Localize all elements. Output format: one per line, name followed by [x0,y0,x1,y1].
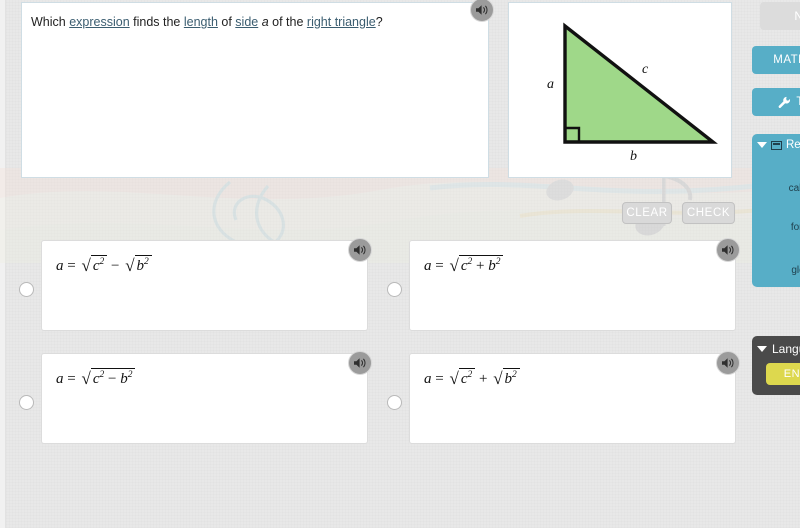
stem-prefix: Which [31,15,70,29]
language-panel: Language ENGLISH [752,336,800,395]
answer-choice-a-expression: a = √ c2 − √ b2 [56,255,152,276]
radio-choice-b[interactable] [387,282,402,297]
language-header-label: Language [772,342,800,356]
choice-d-lhs: a [424,371,432,387]
math-help-button[interactable]: MATH HELP [752,46,800,74]
vocab-link-length[interactable]: length [184,15,218,29]
answer-choice-d[interactable]: a = √ c2 + √ b2 [409,353,736,444]
choice-a-operator: − [110,258,120,274]
choice-a-term1-exp: 2 [99,257,105,267]
triangle-label-b: b [630,149,637,164]
choice-c-lhs: a [56,371,64,387]
check-button[interactable]: CHECK [682,202,735,224]
choice-b-lhs: a [424,258,432,274]
wrench-icon [778,96,791,108]
choice-c-term1-exp: 2 [99,370,105,380]
math-help-label: MATH HELP [773,54,800,66]
clear-button[interactable]: CLEAR [622,202,672,224]
question-stem-panel: Which expression finds the length of sid… [21,2,489,178]
choice-c-equals: = [67,371,76,387]
choice-d-operator: + [478,371,488,387]
radio-choice-a[interactable] [19,282,34,297]
choice-a-lhs: a [56,258,64,274]
reference-item-formulas[interactable]: (x) formulas [752,198,800,237]
stem-suffix: ? [375,15,383,29]
vocab-link-expression[interactable]: expression [69,15,129,29]
reference-item-formulas-label: formulas [790,222,800,233]
speaker-icon-choice-a[interactable] [348,238,372,262]
choice-d-term2-exp: 2 [512,370,517,380]
speaker-icon-choice-c[interactable] [348,351,372,375]
speaker-icon-stem[interactable] [470,0,494,22]
answer-choice-d-expression: a = √ c2 + √ b2 [424,368,520,389]
speaker-icon [354,245,366,255]
stem-mid-2: of [217,15,236,29]
radio-choice-c[interactable] [19,395,34,410]
right-sidebar: NEXT MATH HELP TOOLS Reference [752,0,800,528]
language-panel-header[interactable]: Language [752,336,800,361]
choice-a-term2: b [136,258,145,274]
speaker-icon [722,358,734,368]
reference-book-icon [771,140,782,150]
speaker-icon [354,358,366,368]
speaker-icon-choice-b[interactable] [716,238,740,262]
choice-a-equals: = [67,258,76,274]
vocab-link-right-triangle[interactable]: right triangle [307,15,376,29]
answer-choice-a[interactable]: a = √ c2 − √ b2 [41,240,368,331]
answer-choice-c[interactable]: a = √ c2 − b2 [41,353,368,444]
triangle-label-c: c [642,62,649,77]
reference-item-glossary-label: glossary [791,265,800,276]
question-stem-text: Which expression finds the length of sid… [31,14,478,31]
tools-label: TOOLS [796,96,800,108]
caret-down-icon-reference [757,142,767,148]
answer-choice-b-expression: a = √ c2 + b2 [424,255,504,276]
choice-c-operator: − [107,371,117,387]
triangle-label-a: a [547,77,554,92]
right-triangle-diagram: a b c [547,22,718,164]
stem-mid-4: of the [268,15,307,29]
language-english-button[interactable]: ENGLISH [766,363,800,385]
speaker-icon [722,245,734,255]
choice-b-term2-exp: 2 [495,257,501,267]
reference-item-calculator[interactable]: calculator [752,155,800,198]
reference-panel: Reference calculator (x) [752,134,800,287]
vocab-link-side[interactable]: side [235,15,258,29]
reference-header-label: Reference [786,139,800,151]
answer-choice-c-expression: a = √ c2 − b2 [56,368,136,389]
radio-choice-d[interactable] [387,395,402,410]
caret-down-icon-language [757,346,767,352]
choice-c-term2-exp: 2 [127,370,133,380]
choice-d-term2: b [504,371,513,387]
answer-choice-b[interactable]: a = √ c2 + b2 [409,240,736,331]
choice-c-term2: b [120,371,128,387]
reference-item-calculator-label: calculator [788,183,800,194]
next-button[interactable]: NEXT [760,2,800,30]
figure-panel: a b c [508,2,732,178]
stem-mid-1: finds the [129,15,184,29]
page-left-edge [0,0,6,528]
choice-b-term2: b [488,258,496,274]
choice-b-term1-exp: 2 [467,257,473,267]
choice-b-operator: + [475,258,485,274]
choice-d-equals: = [435,371,444,387]
stem-variable-a: a [261,15,269,29]
choice-d-term1-exp: 2 [467,370,473,380]
reference-item-glossary[interactable]: glossary [752,237,800,280]
choice-b-equals: = [435,258,444,274]
reference-panel-header[interactable]: Reference [752,134,800,155]
tools-button[interactable]: TOOLS [752,88,800,116]
choice-a-term2-exp: 2 [144,257,149,267]
speaker-icon [476,5,488,15]
speaker-icon-choice-d[interactable] [716,351,740,375]
